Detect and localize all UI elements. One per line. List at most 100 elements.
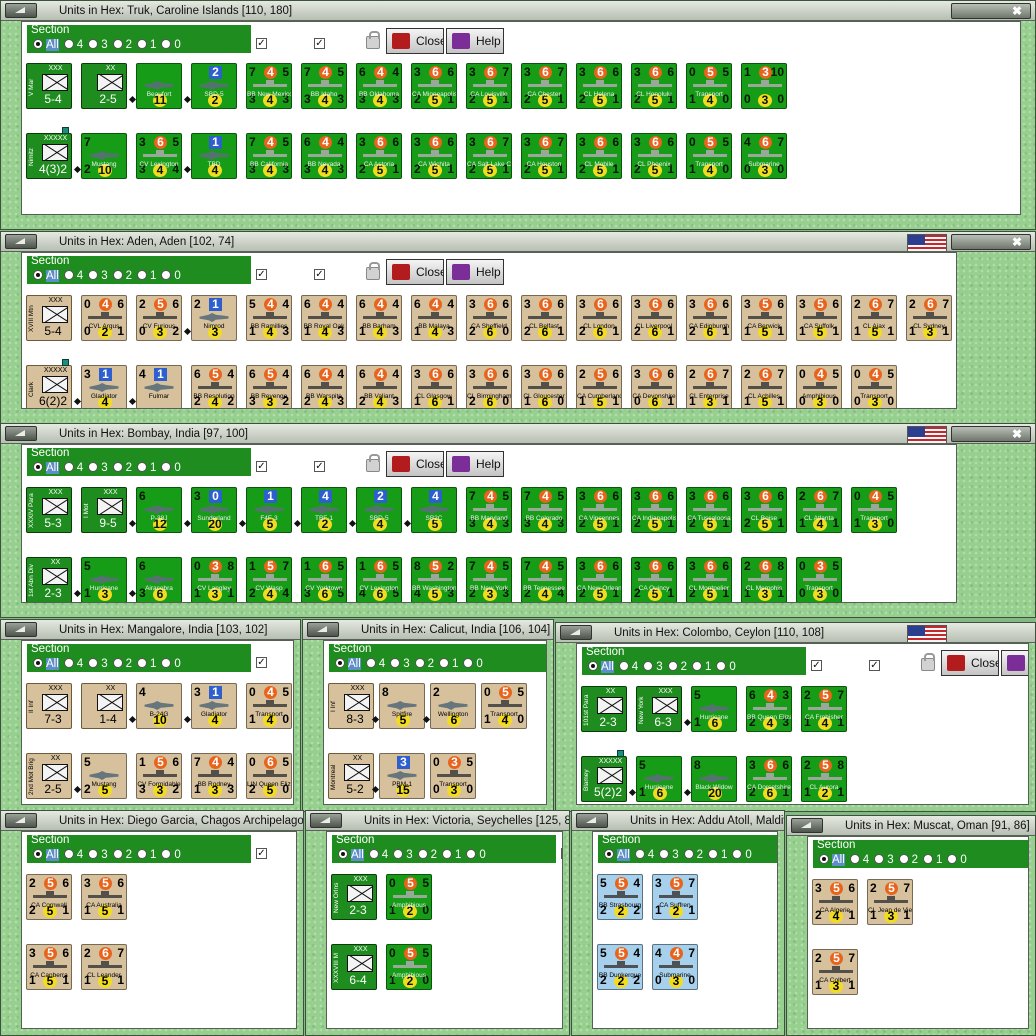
naval-unit-counter[interactable]: 6 4 4 1 4 3 BB Barham — [356, 295, 402, 341]
naval-unit-counter[interactable]: 7 4 5 2 3 3 BB New York — [466, 557, 512, 602]
section-radio-4[interactable]: 4 — [849, 853, 869, 867]
section-radio-1[interactable]: 1 — [442, 848, 461, 862]
lock-icon[interactable] — [366, 31, 380, 49]
section-radio-4[interactable]: 4 — [63, 461, 83, 475]
window-minimize-icon[interactable] — [5, 234, 37, 249]
naval-unit-counter[interactable]: 2 5 7 1 4 1 CA Frobisher — [801, 686, 847, 732]
naval-unit-counter[interactable]: 3 6 6 0 6 1 CA Devonshire — [631, 365, 677, 408]
naval-unit-counter[interactable]: 2 6 7 1 5 1 CL Leander — [81, 944, 127, 990]
section-radio-all[interactable]: All — [33, 269, 59, 283]
section-radio-2[interactable]: 2 — [417, 848, 437, 862]
section-radio-4[interactable]: 4 — [63, 269, 83, 283]
naval-unit-counter[interactable]: 3 6 6 2 6 1 CL London — [576, 295, 622, 341]
naval-unit-counter[interactable]: 6 4 4 3 4 3 BB Oklahoma — [356, 63, 402, 109]
help-button[interactable]: Help — [1001, 650, 1028, 676]
window-minimize-icon[interactable] — [560, 625, 592, 640]
naval-unit-counter[interactable]: 3 6 6 2 5 1 CA Indianapolis — [631, 487, 677, 533]
naval-unit-counter[interactable]: 2 5 7 1 3 1 CA Colbert — [812, 949, 858, 995]
naval-unit-counter[interactable]: 3 6 6 2 5 1 CA New Orleans — [576, 557, 622, 602]
naval-unit-counter[interactable]: 3 6 7 2 5 1 CA Chester — [521, 63, 567, 109]
allied-checkbox[interactable]: ✓Allied — [256, 844, 296, 859]
naval-unit-counter[interactable]: 0 3 5 0 3 0 Transport — [796, 557, 842, 602]
naval-unit-counter[interactable]: 643243BB Queen Elizabeth — [746, 686, 792, 732]
window-titlebar[interactable]: Units in Hex: Muscat, Oman [91, 86] — [787, 816, 1035, 836]
lock-icon[interactable] — [366, 262, 380, 280]
air-unit-counter[interactable]: 5 2 5 Mustang — [81, 753, 127, 799]
air-unit-counter[interactable]: 4 10 B-24G — [136, 683, 182, 729]
naval-unit-counter[interactable]: 6 4 4 3 4 3 BB Nevada — [301, 133, 347, 179]
naval-unit-counter[interactable]: 0 5 5 1 4 0 Transport — [481, 683, 527, 729]
naval-unit-counter[interactable]: 3 6 6 2 5 1 CA Minneapolis — [411, 63, 457, 109]
axis-checkbox[interactable]: ✓ Axis — [314, 34, 351, 49]
section-radio-group[interactable]: All 4 3 2 1 0 — [335, 657, 488, 671]
land-unit-counter[interactable]: I Mot XXX 9-5 — [81, 487, 127, 533]
naval-unit-counter[interactable]: 3 6 6 2 6 0 CL Birmingham — [466, 365, 512, 408]
air-unit-counter[interactable]: 6 3 6 Airacobra — [136, 557, 182, 602]
naval-unit-counter[interactable]: 2 6 8 1 3 1 CL Memphis — [741, 557, 787, 602]
section-radio-group[interactable]: All 4 3 2 1 0 — [819, 853, 972, 867]
naval-unit-counter[interactable]: 5 5 4 2 2 2 BB Strasbourg — [597, 874, 643, 920]
allied-checkbox[interactable]: ✓Allied — [811, 656, 854, 671]
naval-unit-counter[interactable]: 8 5 2 4 5 3 BB Washington — [411, 557, 457, 602]
allied-checkbox[interactable]: ✓Allied — [256, 457, 299, 472]
air-unit-counter[interactable]: 5 1 6 Hurricane — [691, 686, 737, 732]
land-unit-counter[interactable]: I Inf XXX 8-3 — [328, 683, 374, 729]
naval-unit-counter[interactable]: 3 6 6 2 6 1 CA Edinburgh — [686, 295, 732, 341]
naval-unit-counter[interactable]: 0 4 6 0 2 1 CVL Argus — [81, 295, 127, 341]
land-unit-counter[interactable]: XX 2-5 — [81, 63, 127, 109]
naval-unit-counter[interactable]: 2 5 6 0 3 2 CV Furious — [136, 295, 182, 341]
air-unit-counter[interactable]: 5 1 3 Hurricane — [81, 557, 127, 602]
section-radio-3[interactable]: 3 — [874, 853, 894, 867]
window-minimize-icon[interactable] — [5, 813, 37, 828]
air-unit-counter[interactable]: 4 1 Fulmar — [136, 365, 182, 408]
section-radio-3[interactable]: 3 — [88, 38, 108, 52]
naval-unit-counter[interactable]: 3 6 7 2 5 1 CA Louisville — [466, 63, 512, 109]
window-minimize-icon[interactable] — [5, 426, 37, 441]
close-button[interactable]: Close — [941, 650, 999, 676]
air-unit-counter[interactable]: 7 2 10 Mustang — [81, 133, 127, 179]
section-radio-0[interactable]: 0 — [947, 853, 967, 867]
naval-unit-counter[interactable]: 4 6 7 0 3 0 Submarine — [741, 133, 787, 179]
air-unit-counter[interactable]: 2 2 SBD-5 — [191, 63, 237, 109]
section-radio-group[interactable]: All 4 3 2 1 0 — [33, 38, 186, 52]
axis-checkbox[interactable]: ✓ Axis — [314, 265, 351, 280]
naval-unit-counter[interactable]: 3 5 7 1 2 1 CA Suffren — [652, 874, 698, 920]
section-radio-3[interactable]: 3 — [643, 660, 663, 674]
section-radio-group[interactable]: All 4 3 2 1 0 — [338, 848, 491, 862]
window-minimize-icon[interactable] — [576, 813, 608, 828]
section-radio-0[interactable]: 0 — [732, 848, 752, 862]
section-radio-3[interactable]: 3 — [88, 657, 108, 671]
land-unit-counter[interactable]: Blamey XXXXX 5(2)2 — [581, 756, 627, 802]
checkbox-box[interactable]: ✓ — [869, 660, 880, 671]
naval-unit-counter[interactable]: 3 5 6 1 5 1 CA Suffolk — [796, 295, 842, 341]
section-radio-0[interactable]: 0 — [463, 657, 483, 671]
naval-unit-counter[interactable]: 3 6 7 2 5 1 CA Houston — [521, 133, 567, 179]
air-unit-counter[interactable]: 3 15 PBM-1 — [379, 753, 425, 799]
land-unit-counter[interactable]: Montreal XX 5-2 — [328, 753, 374, 799]
naval-unit-counter[interactable]: 1 6 5 4 6 5 CV Lexington — [356, 557, 402, 602]
section-radio-2[interactable]: 2 — [898, 853, 918, 867]
naval-unit-counter[interactable]: 0 3 5 0 3 0 Transport — [430, 753, 476, 799]
naval-unit-counter[interactable]: 2 6 7 1 5 1 CL Ajax — [851, 295, 897, 341]
section-radio-group[interactable]: All 4 3 2 1 0 — [33, 269, 186, 283]
section-radio-1[interactable]: 1 — [923, 853, 942, 867]
naval-unit-counter[interactable]: 3 5 6 1 5 1 CA Australia — [81, 874, 127, 920]
naval-unit-counter[interactable]: 2 5 6 1 5 1 CA Cumberland — [576, 365, 622, 408]
naval-unit-counter[interactable]: 6 4 4 2 4 3 BB Valiant — [356, 365, 402, 408]
window-titlebar[interactable]: Units in Hex: Addu Atoll, Maldive — [572, 811, 784, 831]
section-radio-4[interactable]: 4 — [618, 660, 638, 674]
section-radio-2[interactable]: 2 — [414, 657, 434, 671]
section-radio-3[interactable]: 3 — [88, 848, 108, 862]
section-radio-1[interactable]: 1 — [137, 38, 156, 52]
land-unit-counter[interactable]: XVIII Mtn XXX 5-4 — [26, 295, 72, 341]
land-unit-counter[interactable]: XXXVIII M XXX 6-4 — [331, 944, 377, 990]
section-radio-0[interactable]: 0 — [716, 660, 736, 674]
air-unit-counter[interactable]: 2 1 3 Nimrod — [191, 295, 237, 341]
section-radio-2[interactable]: 2 — [112, 38, 132, 52]
checkbox-box[interactable]: ✓ — [256, 269, 267, 280]
naval-unit-counter[interactable]: 6 4 4 1 4 3 BB Malaya — [411, 295, 457, 341]
naval-unit-counter[interactable]: 5 5 4 2 2 2 BB Dunkerque — [597, 944, 643, 990]
window-titlebar[interactable]: Units in Hex: Truk, Caroline Islands [11… — [1, 1, 1035, 21]
section-radio-all[interactable]: All — [335, 657, 361, 671]
naval-unit-counter[interactable]: 7 4 5 3 4 3 BB New Mexico — [246, 63, 292, 109]
